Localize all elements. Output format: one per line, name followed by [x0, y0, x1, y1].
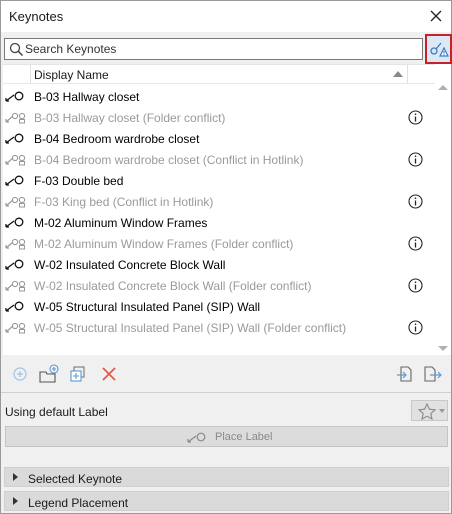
column-divider	[407, 65, 408, 84]
keynote-conflict-icon	[5, 154, 27, 166]
keynote-conflict-icon	[5, 112, 27, 124]
list-item[interactable]: B-04 Bedroom wardrobe closet (Conflict i…	[3, 149, 435, 170]
keynote-conflict-icon	[5, 280, 27, 292]
keynote-conflict-icon	[5, 196, 27, 208]
column-divider	[30, 65, 31, 84]
list-item[interactable]: F-03 Double bed	[3, 170, 435, 191]
window-title: Keynotes	[9, 9, 64, 24]
export-icon[interactable]	[422, 364, 442, 384]
keynote-toolbar	[1, 359, 451, 389]
list-item[interactable]: W-02 Insulated Concrete Block Wall (Fold…	[3, 275, 435, 296]
list-item[interactable]: F-03 King bed (Conflict in Hotlink)	[3, 191, 435, 212]
list-scrollbar[interactable]	[435, 64, 451, 355]
search-box	[4, 38, 423, 60]
keynote-icon	[5, 259, 27, 271]
list-item[interactable]: W-05 Structural Insulated Panel (SIP) Wa…	[3, 296, 435, 317]
info-icon[interactable]	[408, 278, 423, 293]
list-item[interactable]: M-02 Aluminum Window Frames	[3, 212, 435, 233]
list-item[interactable]: B-04 Bedroom wardrobe closet	[3, 128, 435, 149]
list-item[interactable]: M-02 Aluminum Window Frames (Folder conf…	[3, 233, 435, 254]
show-conflicts-button[interactable]	[425, 34, 452, 64]
delete-icon[interactable]	[99, 364, 119, 384]
close-icon[interactable]	[424, 4, 448, 28]
keynote-label: W-02 Insulated Concrete Block Wall (Fold…	[34, 279, 312, 293]
add-keynote-icon[interactable]	[10, 364, 30, 384]
keynote-label: F-03 King bed (Conflict in Hotlink)	[34, 195, 214, 209]
keynote-list: Display Name B-03 Hallway closet B-03 Hal…	[3, 64, 435, 355]
list-item[interactable]: W-02 Insulated Concrete Block Wall	[3, 254, 435, 275]
section-label: Legend Placement	[28, 496, 129, 510]
keynote-label: F-03 Double bed	[34, 174, 124, 188]
list-item[interactable]: B-03 Hallway closet	[3, 86, 435, 107]
sort-ascending-icon[interactable]	[393, 71, 403, 77]
dropdown-arrow-icon	[439, 409, 445, 413]
keynote-label: M-02 Aluminum Window Frames	[34, 216, 208, 230]
info-icon[interactable]	[408, 194, 423, 209]
scroll-down-icon[interactable]	[438, 346, 448, 351]
scroll-up-icon[interactable]	[438, 85, 448, 90]
keynote-label-icon	[187, 432, 209, 447]
place-label-text: Place Label	[215, 431, 273, 443]
keynote-icon	[5, 217, 27, 229]
keynote-label: M-02 Aluminum Window Frames (Folder conf…	[34, 237, 294, 251]
keynote-icon	[5, 91, 27, 103]
info-icon[interactable]	[408, 152, 423, 167]
import-icon[interactable]	[395, 364, 415, 384]
keynote-label: B-03 Hallway closet (Folder conflict)	[34, 111, 226, 125]
keynote-icon	[5, 175, 27, 187]
place-label-button[interactable]: Place Label	[5, 426, 448, 447]
divider	[1, 392, 451, 393]
keynote-warning-icon	[430, 42, 449, 57]
keynote-label: B-03 Hallway closet	[34, 90, 140, 104]
keynote-label: W-05 Structural Insulated Panel (SIP) Wa…	[34, 300, 261, 314]
info-icon[interactable]	[408, 236, 423, 251]
star-icon	[417, 403, 437, 420]
section-selected-keynote[interactable]: Selected Keynote	[4, 467, 449, 487]
keynote-label: B-04 Bedroom wardrobe closet	[34, 132, 200, 146]
new-folder-icon[interactable]	[38, 364, 59, 384]
keynote-conflict-icon	[5, 322, 27, 334]
search-icon	[9, 42, 24, 57]
expand-icon	[13, 473, 18, 481]
keynote-icon	[5, 133, 27, 145]
favorites-button[interactable]	[411, 400, 448, 421]
keynotes-palette: Keynotes Display Name B-03 Hallway close…	[0, 0, 452, 514]
search-input[interactable]	[25, 40, 415, 58]
keynote-icon	[5, 301, 27, 313]
duplicate-icon[interactable]	[68, 364, 88, 384]
list-item[interactable]: B-03 Hallway closet (Folder conflict)	[3, 107, 435, 128]
keynote-label: W-05 Structural Insulated Panel (SIP) Wa…	[34, 321, 347, 335]
keynote-label: W-02 Insulated Concrete Block Wall	[34, 258, 226, 272]
keynote-label: B-04 Bedroom wardrobe closet (Conflict i…	[34, 153, 304, 167]
section-label: Selected Keynote	[28, 472, 123, 486]
column-header-display-name[interactable]: Display Name	[34, 68, 109, 82]
info-icon[interactable]	[408, 320, 423, 335]
info-icon[interactable]	[408, 110, 423, 125]
keynote-conflict-icon	[5, 238, 27, 250]
list-item[interactable]: W-05 Structural Insulated Panel (SIP) Wa…	[3, 317, 435, 338]
label-status-text: Using default Label	[5, 405, 108, 419]
title-bar: Keynotes	[1, 1, 451, 32]
expand-icon	[13, 497, 18, 505]
section-legend-placement[interactable]: Legend Placement	[4, 491, 449, 511]
label-settings-row: Using default Label	[1, 397, 451, 423]
list-header: Display Name	[3, 65, 435, 84]
